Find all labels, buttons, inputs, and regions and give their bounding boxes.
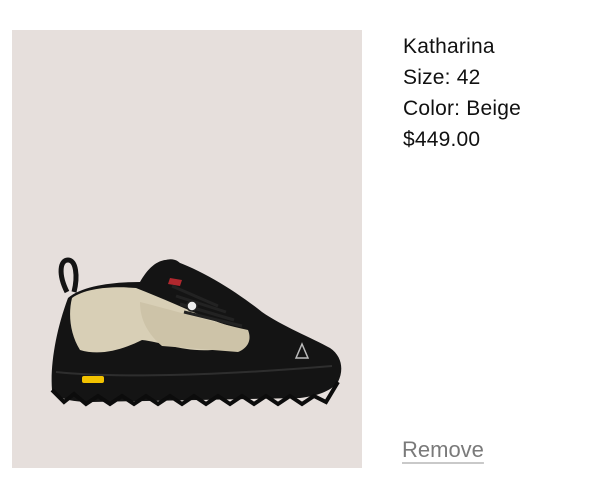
product-name[interactable]: Katharina bbox=[403, 31, 593, 62]
product-details: Katharina Size: 42 Color: Beige $449.00 bbox=[403, 31, 593, 155]
cart-item: Katharina Size: 42 Color: Beige $449.00 … bbox=[0, 0, 606, 486]
product-image[interactable] bbox=[12, 30, 362, 468]
shoe-image bbox=[50, 257, 342, 407]
product-size: Size: 42 bbox=[403, 66, 481, 89]
lace-lock bbox=[186, 300, 198, 312]
product-color: Color: Beige bbox=[403, 97, 521, 120]
remove-button[interactable]: Remove bbox=[402, 436, 484, 464]
product-price: $449.00 bbox=[403, 128, 481, 151]
vibram-logo-icon bbox=[82, 376, 104, 383]
heel-loop bbox=[58, 257, 79, 294]
